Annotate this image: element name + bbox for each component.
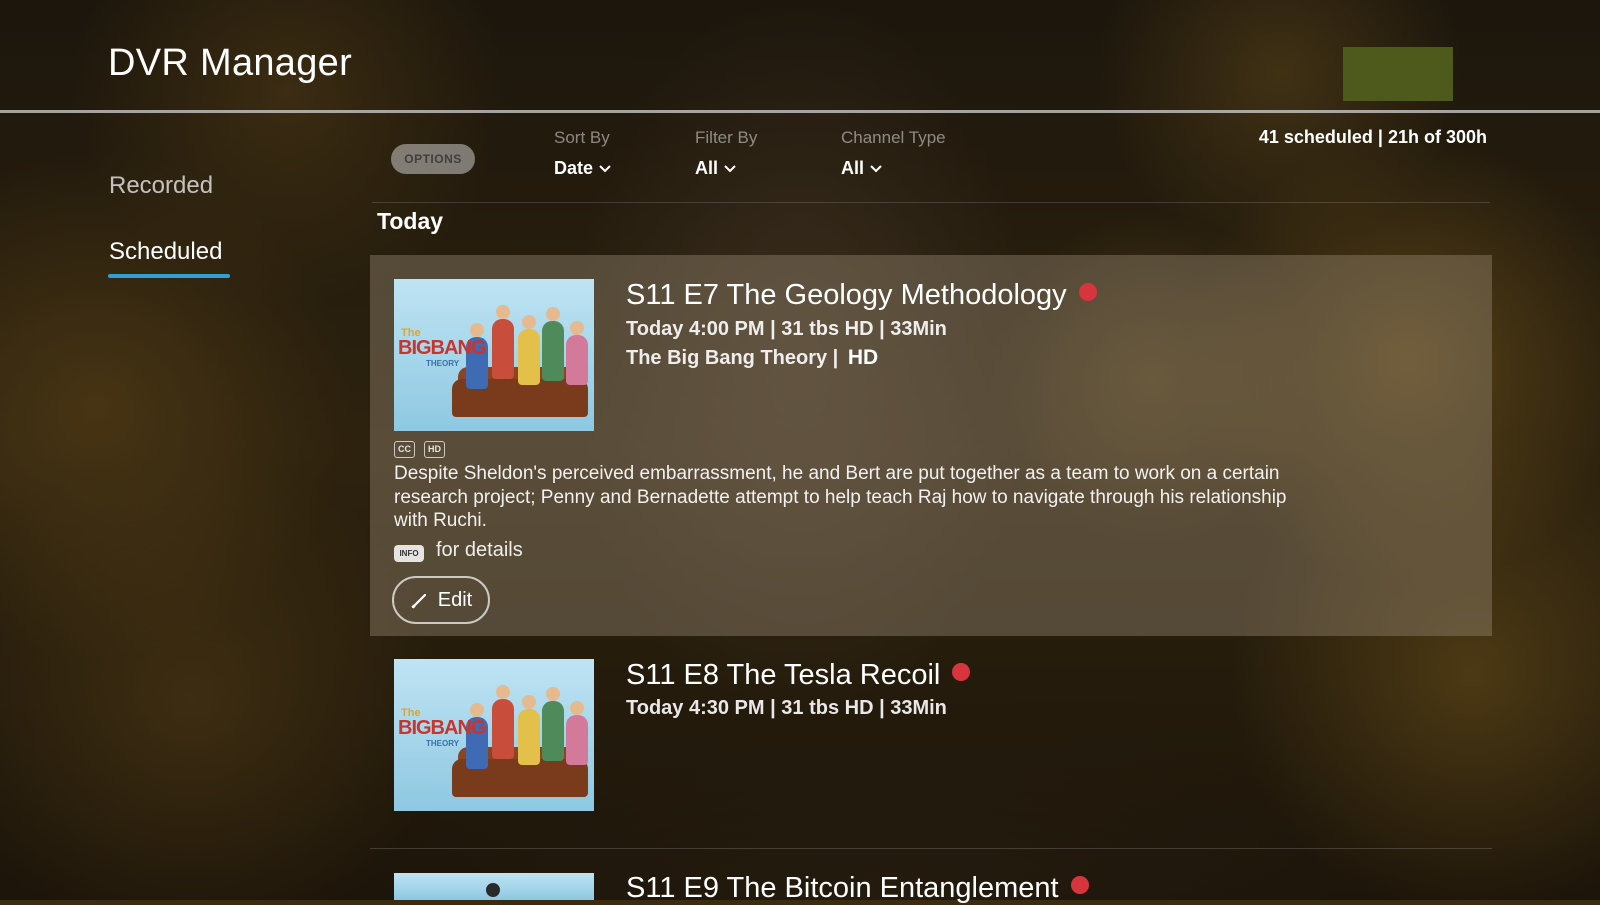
episode-title[interactable]: S11 E9 The Bitcoin Entanglement — [626, 872, 1089, 905]
sort-by-value: Date — [554, 158, 594, 178]
sort-by-control[interactable]: Sort By Date — [554, 128, 611, 179]
record-indicator-icon — [1078, 283, 1097, 301]
channel-type-label: Channel Type — [841, 128, 946, 147]
channel-type-value: All — [841, 158, 865, 178]
episode-series: The Big Bang Theory | HD — [626, 346, 878, 370]
sort-by-dropdown[interactable]: Date — [554, 158, 611, 179]
episode-meta: Today 4:00 PM | 31 tbs HD | 33Min — [626, 318, 947, 340]
page-title: DVR Manager — [108, 42, 353, 84]
show-thumbnail: The BIGBANG THEORY — [394, 279, 594, 431]
episode-title[interactable]: S11 E8 The Tesla Recoil — [626, 659, 971, 692]
logo-text-main: BIGBANG — [398, 717, 486, 739]
series-name: The Big Bang Theory | — [626, 347, 839, 369]
record-indicator-icon — [1070, 876, 1089, 894]
sidebar-item-recorded[interactable]: Recorded — [109, 172, 213, 200]
chevron-down-icon — [870, 164, 882, 172]
info-key-icon: INFO — [394, 545, 424, 562]
episode-meta: Today 4:30 PM | 31 tbs HD | 33Min — [626, 697, 947, 719]
episode-title-text: S11 E8 The Tesla Recoil — [626, 659, 941, 691]
chevron-down-icon — [599, 164, 611, 172]
header-divider — [0, 110, 1600, 113]
episode-description: Despite Sheldon's perceived embarrassmen… — [394, 463, 1287, 531]
options-button[interactable]: OPTIONS — [391, 144, 475, 174]
record-indicator-icon — [952, 663, 971, 681]
filter-by-value: All — [695, 158, 719, 178]
logo-text-bottom: THEORY — [426, 359, 460, 368]
show-thumbnail[interactable] — [394, 873, 594, 900]
episode-title-text: S11 E9 The Bitcoin Entanglement — [626, 872, 1059, 904]
hd-badge: HD — [424, 441, 445, 458]
logo-text-bottom: THEORY — [426, 739, 460, 748]
channel-type-control[interactable]: Channel Type All — [841, 128, 946, 179]
hd-label: HD — [847, 346, 879, 369]
cc-badge: CC — [394, 441, 415, 458]
sidebar-item-scheduled[interactable]: Scheduled — [109, 238, 222, 266]
channel-type-dropdown[interactable]: All — [841, 158, 946, 179]
info-hint: for details — [436, 539, 523, 561]
header-accent-block — [1343, 47, 1453, 101]
storage-summary: 41 scheduled | 21h of 300h — [1258, 127, 1487, 147]
pencil-icon — [411, 593, 426, 609]
show-thumbnail[interactable]: The BIGBANG THEORY — [394, 659, 594, 811]
filter-by-dropdown[interactable]: All — [695, 158, 757, 179]
episode-title-text: S11 E7 The Geology Methodology — [626, 279, 1067, 311]
row-divider — [370, 848, 1492, 849]
filter-by-label: Filter By — [695, 128, 758, 147]
sidebar-selected-indicator — [108, 274, 230, 278]
options-divider — [372, 202, 1490, 203]
filter-by-control[interactable]: Filter By All — [695, 128, 757, 179]
sort-by-label: Sort By — [554, 128, 610, 147]
chevron-down-icon — [724, 164, 736, 172]
edit-button-label: Edit — [437, 588, 473, 611]
edit-button[interactable]: Edit — [392, 576, 490, 624]
section-header-today: Today — [377, 208, 444, 234]
episode-title: S11 E7 The Geology Methodology — [626, 279, 1097, 312]
logo-text-main: BIGBANG — [398, 337, 486, 359]
